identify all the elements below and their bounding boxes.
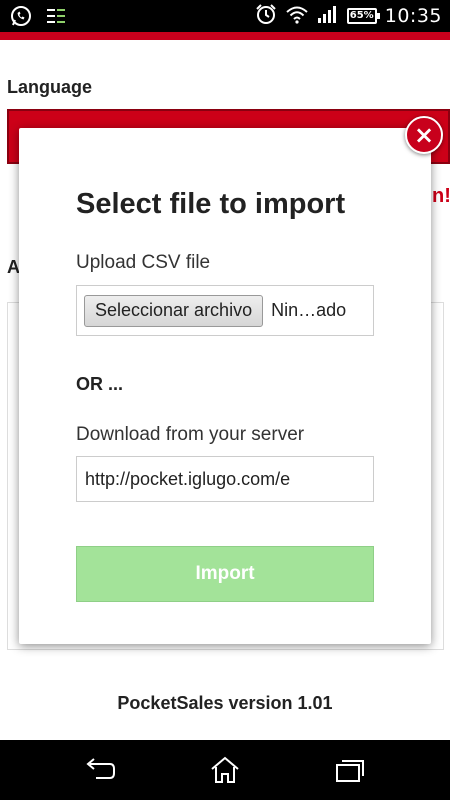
file-status-text: Nin…ado bbox=[271, 300, 347, 320]
version-text: PocketSales version 1.01 bbox=[117, 693, 333, 713]
recent-apps-icon[interactable] bbox=[334, 756, 366, 784]
notification-icon bbox=[46, 7, 66, 30]
whatsapp-icon bbox=[10, 5, 32, 32]
header-accent-bar bbox=[0, 32, 450, 40]
home-icon[interactable] bbox=[209, 756, 241, 784]
red-partial-text: n! bbox=[432, 185, 450, 207]
alarm-icon bbox=[255, 3, 277, 30]
battery-icon: 65% bbox=[346, 8, 380, 24]
language-label: Language bbox=[7, 77, 93, 97]
choose-file-button[interactable]: Seleccionar archivo bbox=[84, 294, 264, 327]
status-bar: 65% 10:35 bbox=[0, 0, 450, 32]
server-url-input[interactable] bbox=[76, 456, 374, 502]
import-dialog: Select file to import Upload CSV file Se… bbox=[19, 128, 431, 644]
close-icon: × bbox=[413, 121, 435, 149]
dialog-title: Select file to import bbox=[76, 188, 346, 220]
import-button[interactable]: Import bbox=[76, 546, 374, 602]
wifi-icon bbox=[285, 4, 309, 29]
upload-csv-label: Upload CSV file bbox=[76, 252, 211, 273]
download-label: Download from your server bbox=[76, 424, 305, 445]
or-label: OR ... bbox=[76, 374, 124, 394]
close-dialog-button[interactable]: × bbox=[405, 116, 443, 154]
signal-icon bbox=[317, 4, 339, 29]
back-icon[interactable] bbox=[84, 756, 116, 784]
clock: 10:35 bbox=[384, 5, 442, 27]
navigation-bar bbox=[0, 740, 450, 800]
file-input[interactable]: Seleccionar archivo Nin…ado bbox=[76, 285, 374, 336]
